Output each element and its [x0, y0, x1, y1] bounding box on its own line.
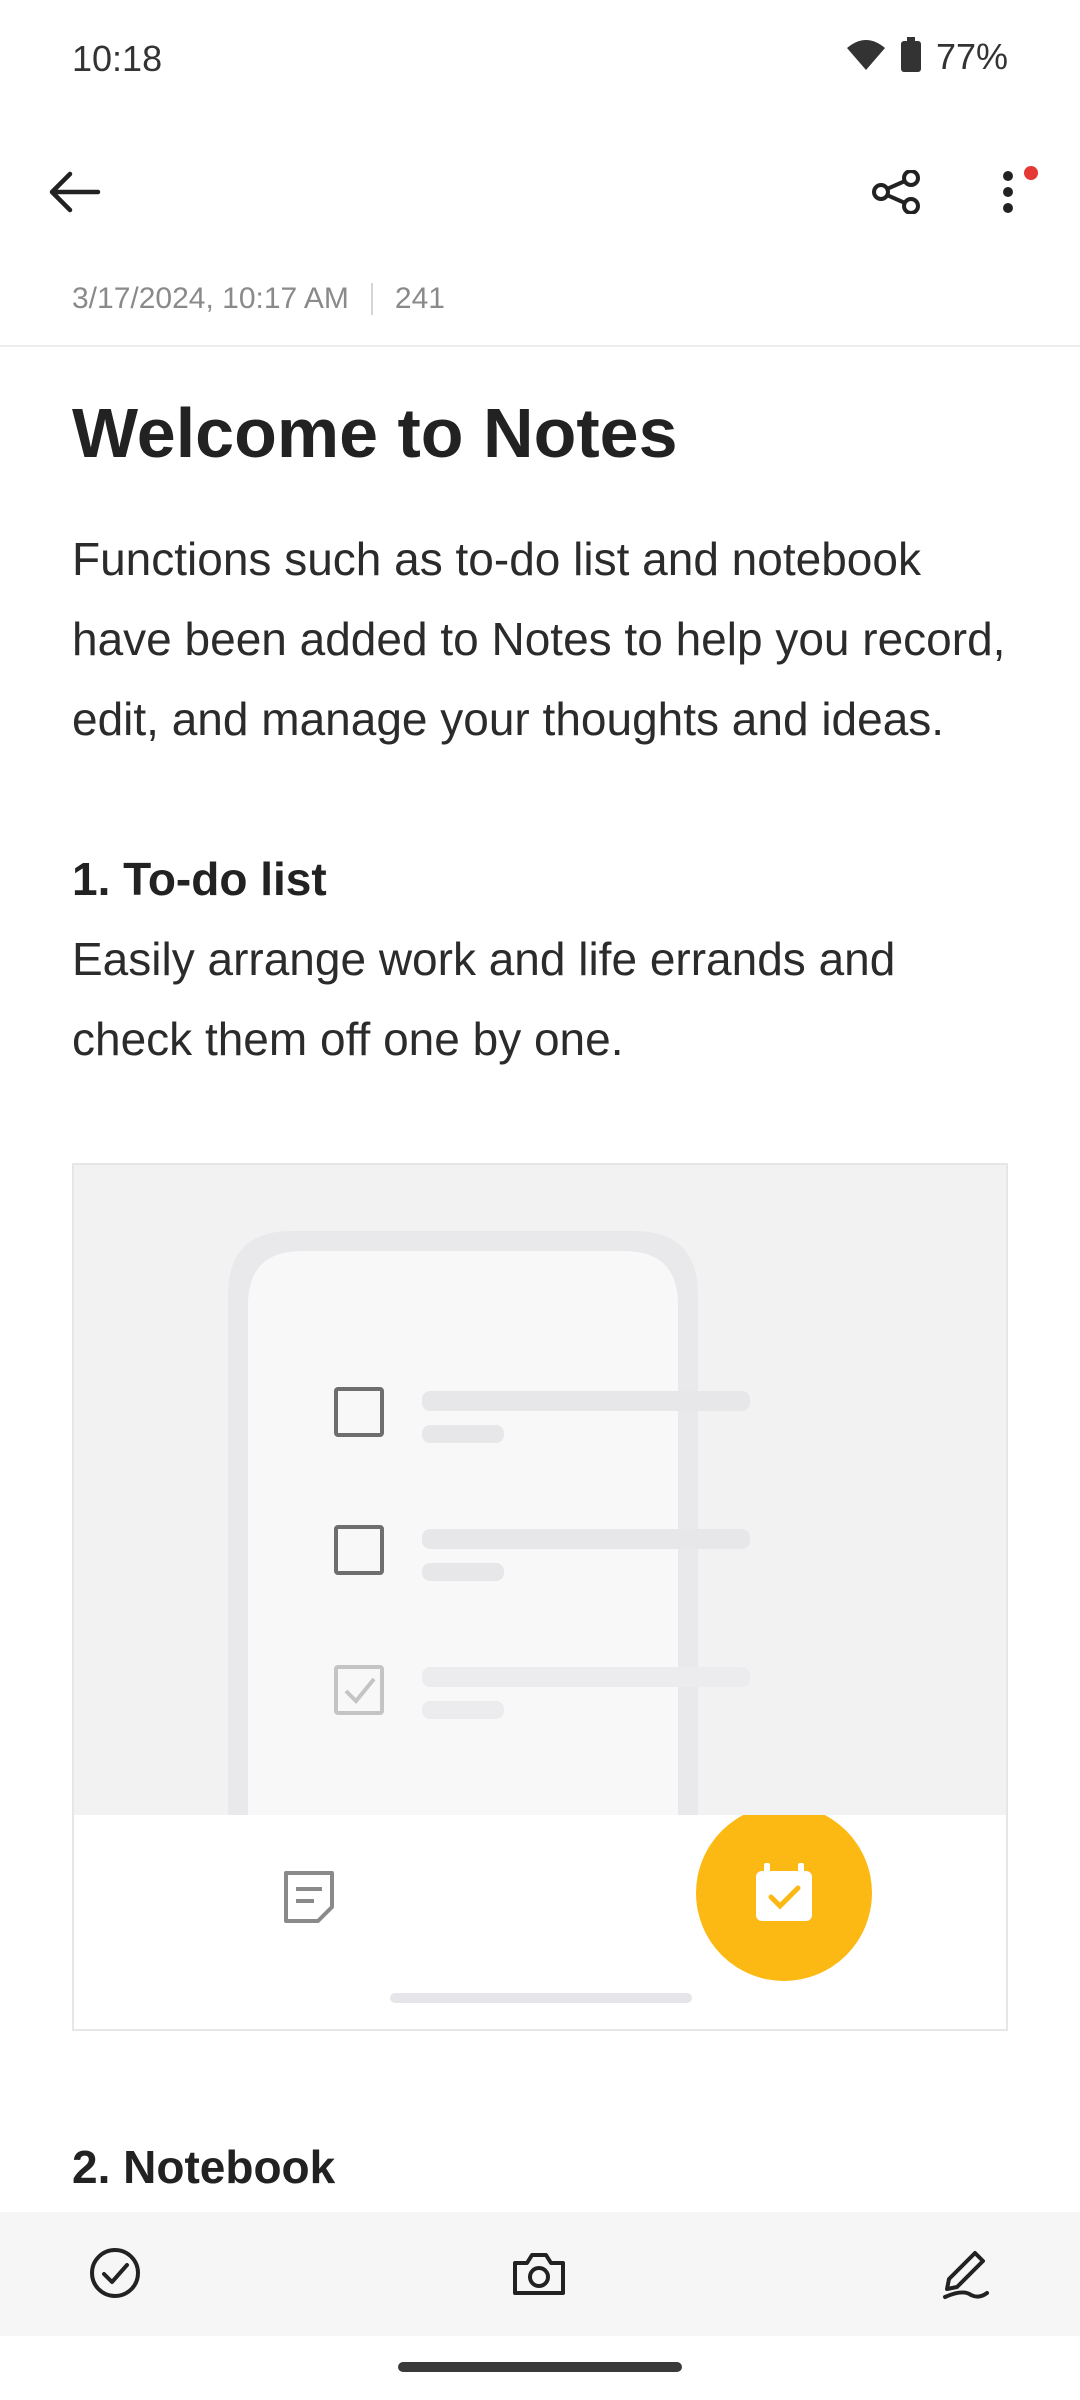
check-circle-icon: [88, 2246, 142, 2305]
note-date: 3/17/2024, 10:17 AM: [72, 282, 349, 315]
pen-icon: [937, 2245, 993, 2306]
more-options-button[interactable]: [968, 154, 1048, 234]
section-heading-notebook: 2. Notebook: [72, 2141, 336, 2193]
back-button[interactable]: [34, 154, 114, 234]
section-heading-todo: 1. To-do list: [72, 853, 327, 905]
status-icons: 77%: [846, 36, 1008, 78]
note-intro: Functions such as to-do list and noteboo…: [72, 533, 1006, 745]
meta-divider: [370, 283, 373, 315]
arrow-left-icon: [46, 170, 102, 219]
share-button[interactable]: [856, 154, 936, 234]
todo-illustration: [72, 1163, 1008, 2031]
note-body[interactable]: Welcome to Notes Functions such as to-do…: [72, 380, 1012, 1079]
battery-percent: 77%: [935, 36, 1008, 77]
note-toolbar: [0, 140, 1080, 250]
checklist-button[interactable]: [70, 2230, 160, 2320]
gesture-nav-handle[interactable]: [398, 2362, 682, 2372]
wifi-icon: [846, 38, 886, 77]
note-meta: 3/17/2024, 10:17 AM 241: [72, 282, 445, 316]
bottom-toolbar: [0, 2212, 1080, 2336]
illustration-bottom-bar: [74, 1805, 1006, 2029]
status-time: 10:18: [72, 38, 163, 79]
section-text-todo: Easily arrange work and life errands and…: [72, 933, 896, 1065]
note-title: Welcome to Notes: [72, 394, 678, 472]
status-bar: 10:18 77%: [0, 0, 1080, 120]
share-icon: [871, 168, 921, 219]
header-divider: [0, 345, 1080, 347]
notification-dot: [1024, 166, 1038, 180]
more-vertical-icon: [1002, 170, 1014, 219]
camera-icon: [511, 2249, 567, 2302]
note-doc-icon: [284, 1805, 872, 2003]
word-count: 241: [394, 282, 445, 315]
handwriting-button[interactable]: [920, 2230, 1010, 2320]
camera-button[interactable]: [494, 2230, 584, 2320]
battery-icon: [900, 36, 922, 78]
